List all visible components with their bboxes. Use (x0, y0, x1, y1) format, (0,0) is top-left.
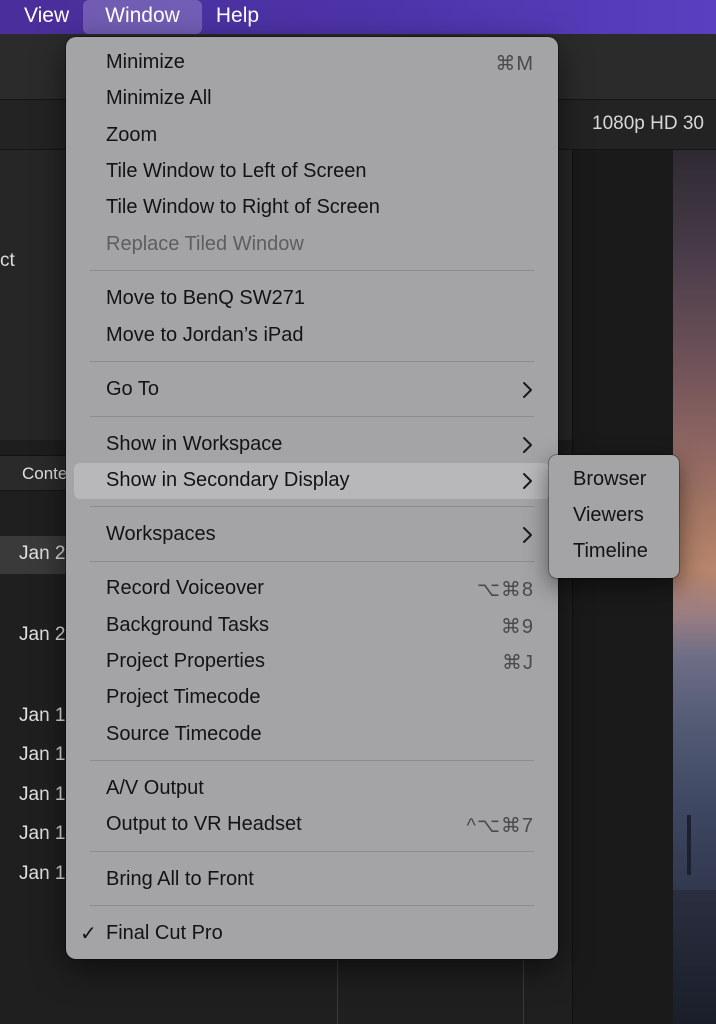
menu-item-label: Show in Workspace (106, 433, 283, 455)
menu-separator (90, 416, 534, 417)
menu-item-replace-tiled: Replace Tiled Window (74, 227, 550, 263)
row-date[interactable]: Jan 1 (19, 744, 65, 766)
viewer-frame-image (673, 150, 716, 1024)
menu-item-label: Workspaces (106, 523, 216, 545)
menu-item-av-output[interactable]: A/V Output (74, 771, 550, 807)
menubar-help[interactable]: Help (204, 0, 271, 34)
menu-item-tile-left[interactable]: Tile Window to Left of Screen (74, 154, 550, 190)
menu-bar: View Window Help (0, 0, 716, 34)
menu-item-output-vr-headset[interactable]: Output to VR Headset ^⌥⌘7 (74, 807, 550, 843)
menu-separator (90, 270, 534, 271)
shortcut-label: ^⌥⌘7 (466, 815, 534, 837)
menu-item-label: A/V Output (106, 777, 204, 799)
menu-item-minimize[interactable]: Minimize ⌘M (74, 45, 550, 81)
menu-separator (90, 361, 534, 362)
menu-separator (90, 905, 534, 906)
menu-item-label: Source Timecode (106, 723, 262, 745)
menu-item-bring-all-to-front[interactable]: Bring All to Front (74, 862, 550, 898)
chevron-right-icon (523, 473, 532, 489)
menu-item-tile-right[interactable]: Tile Window to Right of Screen (74, 190, 550, 226)
menu-item-label: Go To (106, 378, 159, 400)
menu-item-record-voiceover[interactable]: Record Voiceover ⌥⌘8 (74, 571, 550, 607)
window-menu: Minimize ⌘M Minimize All Zoom Tile Windo… (66, 37, 558, 959)
menu-item-project-properties[interactable]: Project Properties ⌘J (74, 644, 550, 680)
checkmark-icon: ✓ (80, 923, 97, 945)
viewer-panel (572, 150, 673, 1024)
menu-item-label: Tile Window to Right of Screen (106, 196, 380, 218)
menu-item-background-tasks[interactable]: Background Tasks ⌘9 (74, 608, 550, 644)
menu-item-label: Tile Window to Left of Screen (106, 160, 367, 182)
pier-structure (673, 890, 716, 1024)
column-divider (337, 960, 338, 1024)
shortcut-label: ⌘M (495, 53, 534, 75)
submenu-item-label: Viewers (573, 504, 644, 526)
menu-item-move-ipad[interactable]: Move to Jordan’s iPad (74, 318, 550, 354)
menu-item-label: Bring All to Front (106, 868, 254, 890)
menu-item-label: Project Properties (106, 650, 265, 672)
shortcut-label: ⌥⌘8 (476, 579, 534, 601)
menu-item-minimize-all[interactable]: Minimize All (74, 81, 550, 117)
row-date[interactable]: Jan 1 (19, 863, 65, 885)
row-date[interactable]: Jan 1 (19, 705, 65, 727)
menubar-window[interactable]: Window (83, 0, 202, 34)
menu-separator (90, 561, 534, 562)
column-divider (523, 960, 524, 1024)
row-date[interactable]: Jan 1 (19, 784, 65, 806)
submenu-item-timeline[interactable]: Timeline (555, 535, 673, 569)
menubar-view[interactable]: View (0, 0, 81, 34)
shortcut-label: ⌘9 (500, 616, 534, 638)
menu-item-move-benq[interactable]: Move to BenQ SW271 (74, 281, 550, 317)
menu-item-label: Project Timecode (106, 686, 261, 708)
secondary-display-submenu: Browser Viewers Timeline (549, 455, 679, 578)
menu-item-label: Record Voiceover (106, 577, 264, 599)
shortcut-label: ⌘J (502, 652, 534, 674)
chevron-right-icon (523, 437, 532, 453)
submenu-item-browser[interactable]: Browser (555, 463, 673, 497)
row-date[interactable]: Jan 2 (19, 543, 65, 565)
column-header-content[interactable]: Conte (22, 464, 67, 484)
menu-item-label: Zoom (106, 124, 158, 146)
menu-separator (90, 506, 534, 507)
menu-separator (90, 851, 534, 852)
menu-item-label: Final Cut Pro (106, 922, 223, 944)
menu-item-workspaces[interactable]: Workspaces (74, 517, 550, 553)
row-date[interactable]: Jan 2 (19, 624, 65, 646)
submenu-item-label: Browser (573, 468, 647, 490)
row-date[interactable]: Jan 1 (19, 823, 65, 845)
menu-item-go-to[interactable]: Go To (74, 372, 550, 408)
menu-item-project-timecode[interactable]: Project Timecode (74, 680, 550, 716)
library-item-label[interactable]: ct (0, 250, 15, 272)
menu-item-show-in-secondary-display[interactable]: Show in Secondary Display (74, 463, 550, 499)
menu-item-zoom[interactable]: Zoom (74, 118, 550, 154)
pier-post (687, 815, 691, 875)
submenu-item-label: Timeline (573, 540, 648, 562)
submenu-item-viewers[interactable]: Viewers (555, 499, 673, 533)
menu-item-label: Move to Jordan’s iPad (106, 324, 304, 346)
menu-item-label: Output to VR Headset (106, 813, 302, 835)
menu-item-show-in-workspace[interactable]: Show in Workspace (74, 427, 550, 463)
chevron-right-icon (523, 382, 532, 398)
menu-item-label: Minimize (106, 51, 185, 73)
menu-item-label: Minimize All (106, 87, 212, 109)
menu-item-label: Replace Tiled Window (106, 233, 304, 255)
menu-item-label: Background Tasks (106, 614, 270, 636)
menu-item-final-cut-pro[interactable]: ✓ Final Cut Pro (74, 916, 550, 952)
viewer-format-label[interactable]: 1080p HD 30 (592, 113, 716, 135)
menu-separator (90, 760, 534, 761)
chevron-right-icon (523, 527, 532, 543)
menu-item-source-timecode[interactable]: Source Timecode (74, 717, 550, 753)
menu-item-label: Move to BenQ SW271 (106, 287, 305, 309)
menu-item-label: Show in Secondary Display (106, 469, 350, 491)
